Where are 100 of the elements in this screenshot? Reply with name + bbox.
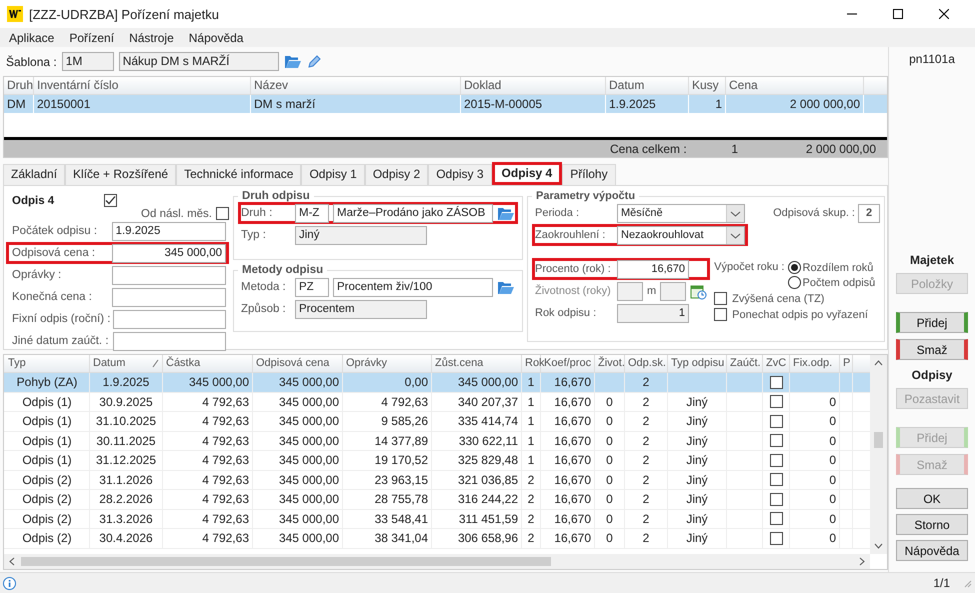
table-row[interactable]: Odpis (1) 30.9.2025 4 792,63 345 000,00 4 792,63 340 207,37 1 16,670 0 2 Jiný 0 [4, 392, 870, 412]
code-field[interactable]: PZ [295, 278, 329, 296]
resize-grip-icon[interactable] [962, 578, 972, 588]
menu-item[interactable]: Aplikace [9, 30, 54, 44]
folder-icon[interactable] [284, 54, 302, 69]
input-field[interactable]: 345 000,00 [112, 244, 226, 262]
dialog-button[interactable]: OK [896, 488, 968, 509]
scroll-thumb[interactable] [21, 557, 551, 566]
column-header[interactable]: Odp.sk. [625, 355, 668, 372]
checkbox[interactable] [770, 434, 782, 448]
tab[interactable]: Přílohy [562, 164, 616, 185]
radio-button[interactable] [788, 276, 800, 289]
column-header[interactable]: Zůst.cena [432, 355, 522, 372]
input-field[interactable]: 2 [858, 204, 880, 222]
template-name-field[interactable]: Nákup DM s MARŽÍ [118, 52, 279, 71]
arrow-up-icon[interactable] [874, 360, 883, 366]
folder-icon[interactable] [497, 206, 515, 220]
input-field[interactable]: Jiný [295, 226, 427, 244]
tab[interactable]: Technické informace [176, 164, 302, 185]
column-header[interactable]: ZvC [763, 355, 790, 372]
input-field[interactable] [112, 266, 226, 284]
checkbox[interactable] [770, 512, 782, 526]
column-header[interactable]: Datum [606, 77, 689, 94]
checkbox[interactable] [770, 395, 782, 408]
checkbox[interactable] [770, 454, 782, 467]
column-header[interactable]: Typ odpisu [668, 355, 727, 372]
vertical-scrollbar[interactable] [870, 355, 887, 554]
column-header[interactable]: Typ [5, 355, 90, 372]
table-row[interactable]: Odpis (1) 30.11.2025 4 792,63 345 000,00 14 377,89 330 622,11 1 16,670 0 2 Jiný 0 [4, 432, 870, 451]
column-header[interactable]: Odpisová cena [253, 355, 343, 372]
checkbox[interactable] [770, 414, 782, 428]
checkbox[interactable] [104, 194, 118, 207]
checkbox[interactable] [714, 308, 728, 321]
arrow-left-icon[interactable] [9, 557, 15, 566]
calendar-icon[interactable] [690, 282, 708, 300]
dialog-button[interactable]: Nápověda [896, 540, 968, 561]
table-row[interactable]: Odpis (2) 28.2.2026 4 792,63 345 000,00 28 755,78 316 244,22 2 16,670 0 2 Jiný 0 [4, 490, 870, 510]
chevron-icon[interactable] [726, 226, 744, 244]
table-row[interactable]: Odpis (1) 31.12.2025 4 792,63 345 000,00 19 170,52 325 829,48 1 16,670 0 2 Jiný 0 [4, 451, 870, 470]
table-row[interactable]: Pohyb (ZA) 1.9.2025 345 000,00 345 000,00 0,00 345 000,00 1 16,670 2 [4, 373, 870, 392]
column-header[interactable]: Kusy [689, 77, 726, 94]
input-field[interactable]: Marže–Prodáno jako ZÁSOB [333, 204, 493, 222]
table-row[interactable]: Odpis (2) 31.3.2026 4 792,63 345 000,00 33 548,41 311 451,59 2 16,670 0 2 Jiný 0 [4, 510, 870, 529]
tab[interactable]: Odpisy 2 [364, 164, 428, 185]
input-field[interactable] [113, 310, 226, 328]
tab[interactable]: Odpisy 3 [428, 164, 492, 185]
input-field[interactable] [112, 332, 226, 350]
column-header[interactable]: Částka [163, 355, 253, 372]
input-field[interactable]: Procentem živ/100 [333, 278, 493, 296]
pencil-icon[interactable] [306, 54, 321, 68]
scroll-thumb[interactable] [874, 432, 883, 448]
checkbox[interactable] [770, 473, 782, 486]
column-header[interactable]: Název [251, 77, 461, 94]
dialog-button[interactable]: Storno [896, 514, 968, 535]
menu-item[interactable]: Nástroje [129, 30, 174, 44]
input-field[interactable]: Procentem [295, 300, 427, 318]
dropdown[interactable]: Měsíčně [617, 204, 745, 222]
checkbox[interactable] [770, 532, 782, 545]
arrow-down-icon[interactable] [874, 543, 883, 549]
chevron-icon[interactable] [726, 204, 744, 222]
column-header[interactable]: Datum [90, 355, 163, 372]
folder-icon[interactable] [497, 280, 515, 294]
sidebar-button[interactable]: Smaž [896, 339, 968, 360]
tab[interactable]: Základní [3, 164, 66, 185]
maximize-icon[interactable] [893, 9, 903, 19]
table-row[interactable]: Odpis (2) 30.4.2026 4 792,63 345 000,00 38 341,04 306 658,96 2 16,670 0 2 Jiný 0 [4, 529, 870, 548]
checkbox[interactable] [714, 292, 728, 305]
table-row[interactable]: Odpis (2) 31.1.2026 4 792,63 345 000,00 23 963,15 321 036,85 2 16,670 0 2 Jiný 0 [4, 470, 870, 490]
checkbox[interactable] [770, 376, 782, 389]
input-field[interactable]: 16,670 [617, 260, 689, 278]
input-field[interactable]: 1.9.2025 [112, 222, 226, 240]
column-header[interactable]: Oprávky [343, 355, 432, 372]
dropdown[interactable]: Nezaokrouhlovat [617, 226, 745, 244]
table-row[interactable]: Odpis (1) 31.10.2025 4 792,63 345 000,00 9 585,26 335 414,74 1 16,670 0 2 Jiný 0 [4, 412, 870, 432]
tab[interactable]: Odpisy 4 [492, 162, 562, 185]
code-field[interactable]: M-Z [295, 204, 329, 222]
column-header[interactable]: Inventární číslo [34, 77, 251, 94]
checkbox[interactable] [770, 492, 782, 506]
sidebar-button[interactable]: Přidej [896, 312, 968, 333]
radio-button[interactable] [788, 261, 800, 274]
column-header[interactable]: P [840, 355, 853, 372]
tab[interactable]: Klíče + Rozšířené [65, 164, 176, 185]
menu-item[interactable]: Pořízení [69, 30, 114, 44]
horizontal-scrollbar[interactable] [4, 554, 870, 569]
menu-item[interactable]: Nápověda [188, 30, 244, 44]
column-header[interactable]: Druh [4, 77, 34, 94]
tab[interactable]: Odpisy 1 [301, 164, 365, 185]
input-field[interactable] [112, 288, 226, 306]
table-cell-text: 2 [642, 530, 650, 548]
column-header[interactable]: Zaúčt. [727, 355, 763, 372]
column-header[interactable]: Cena [726, 77, 864, 94]
column-header[interactable]: Fix.odp. [790, 355, 840, 372]
template-code-field[interactable]: 1M [62, 52, 114, 71]
checkbox[interactable] [216, 207, 229, 220]
column-header[interactable]: Doklad [461, 77, 606, 94]
arrow-right-icon[interactable] [859, 557, 865, 566]
column-header[interactable]: Život. [595, 355, 625, 372]
table-row[interactable]: DM 20150001 DM s marží 2015-M-00005 1.9.2025 1 2 000 000,00 [4, 95, 887, 113]
close-icon[interactable] [939, 9, 949, 19]
field-label: Způsob : [241, 303, 287, 315]
